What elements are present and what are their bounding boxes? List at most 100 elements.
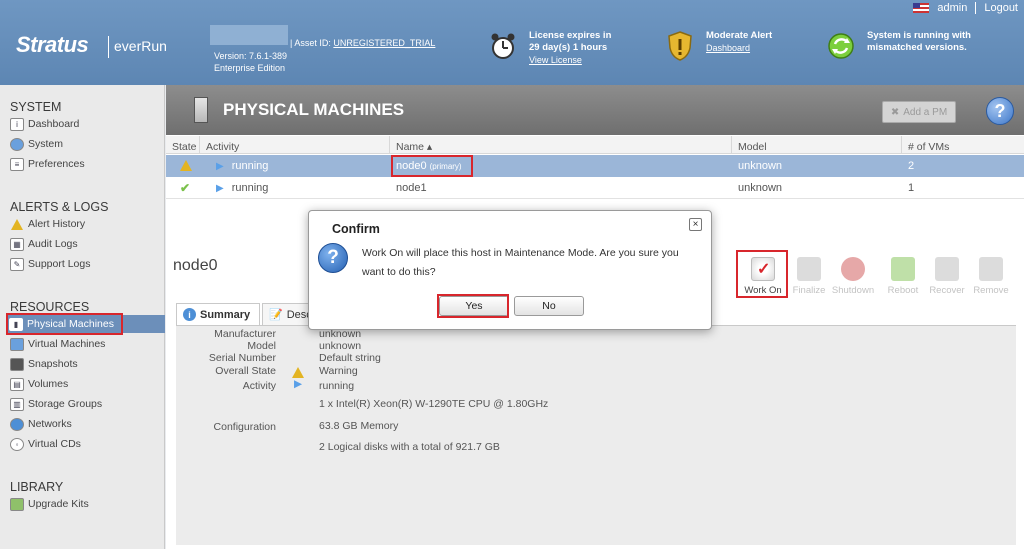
sidebar-item-storage-groups[interactable]: ▥ Storage Groups — [10, 395, 102, 413]
activity-cell: ▶ running — [210, 177, 268, 200]
sidebar-item-label: Support Logs — [28, 258, 91, 270]
checkmark-icon: ✔ — [180, 181, 191, 195]
sidebar-item-preferences[interactable]: ≡ Preferences — [10, 155, 85, 173]
sidebar-item-volumes[interactable]: ▤ Volumes — [10, 375, 68, 393]
alarm-clock-icon — [491, 33, 515, 59]
play-icon: ▶ — [294, 378, 303, 390]
virtual-machine-icon — [10, 337, 24, 351]
dialog-message: Work On will place this host in Maintena… — [362, 247, 679, 278]
value-activity: running — [319, 380, 355, 392]
us-flag-icon[interactable] — [913, 3, 930, 13]
sidebar-item-networks[interactable]: Networks — [10, 415, 72, 433]
finalize-icon — [797, 257, 821, 281]
activity-text: running — [231, 160, 269, 172]
sync-arrows-icon — [828, 33, 854, 59]
column-header-activity[interactable]: Activity — [200, 136, 390, 154]
stratus-everrun-logo: Stratus everRun — [10, 28, 172, 62]
label-serial-number: Serial Number — [208, 352, 276, 364]
vm-count-cell: 1 — [908, 182, 915, 194]
question-icon: ? — [318, 243, 348, 273]
dashboard-link[interactable]: Dashboard — [706, 42, 772, 54]
tab-summary[interactable]: i Summary — [176, 303, 260, 325]
sidebar-item-label: System — [28, 138, 64, 150]
asset-id-link[interactable]: UNREGISTERED_TRIAL — [333, 38, 435, 48]
sidebar-item-alert-history[interactable]: Alert History — [10, 215, 85, 233]
header-separator — [975, 2, 977, 14]
stop-icon — [841, 257, 865, 281]
remove-button[interactable]: Remove — [968, 253, 1014, 296]
value-disks: 2 Logical disks with a total of 921.7 GB — [319, 441, 500, 453]
logo-divider — [108, 36, 109, 58]
shutdown-label: Shutdown — [831, 285, 875, 296]
highlight-node0 — [391, 155, 473, 177]
cd-icon: ◦ — [10, 437, 24, 451]
highlight-yes — [437, 294, 509, 318]
warning-icon — [10, 218, 24, 231]
sidebar-item-dashboard[interactable]: i Dashboard — [10, 115, 79, 133]
detail-title: node0 — [173, 257, 218, 274]
camera-icon — [10, 357, 24, 371]
info-icon: i — [10, 117, 24, 131]
table-row[interactable]: ▶ running node0 (primary) unknown 2 — [166, 155, 1024, 177]
sidebar-item-label: Virtual Machines — [28, 338, 106, 350]
value-serial-number: Default string — [319, 352, 381, 364]
sidebar-item-label: Storage Groups — [28, 398, 103, 410]
asset-id: | Asset ID: UNREGISTERED_TRIAL — [290, 38, 435, 48]
sidebar-item-snapshots[interactable]: Snapshots — [10, 355, 78, 373]
recover-button[interactable]: Recover — [924, 253, 970, 296]
sidebar: SYSTEM i Dashboard System ≡ Preferences AL… — [0, 85, 165, 549]
sidebar-item-upgrade-kits[interactable]: Upgrade Kits — [10, 495, 89, 513]
no-button[interactable]: No — [514, 296, 584, 316]
sidebar-item-label: Volumes — [28, 378, 69, 390]
sidebar-item-label: Preferences — [28, 158, 85, 170]
document-icon: 📝 — [269, 309, 283, 321]
value-cpu: 1 x Intel(R) Xeon(R) W-1290TE CPU @ 1.80… — [319, 398, 549, 410]
recover-label: Recover — [929, 285, 965, 296]
sidebar-item-label: Virtual CDs — [28, 438, 81, 450]
column-header-vm-count[interactable]: # of VMs — [902, 136, 1024, 154]
finalize-label: Finalize — [792, 285, 826, 296]
view-license-link[interactable]: View License — [529, 54, 611, 66]
add-pm-button[interactable]: ✖ Add a PM — [882, 101, 956, 123]
summary-panel: Manufacturer Model Serial Number Overall… — [176, 325, 1016, 545]
page-titlebar: PHYSICAL MACHINES ✖ Add a PM ? — [166, 85, 1024, 135]
activity-cell: ▶ running — [210, 155, 268, 178]
sidebar-item-support-logs[interactable]: ✎ Support Logs — [10, 255, 90, 273]
section-library-title: LIBRARY — [10, 480, 64, 494]
status-line-2: mismatched versions. — [867, 42, 967, 53]
reboot-icon — [891, 257, 915, 281]
label-configuration: Configuration — [213, 421, 276, 433]
activity-text: running — [231, 182, 269, 194]
column-header-name[interactable]: Name ▴ — [390, 136, 732, 154]
info-icon: i — [183, 308, 196, 321]
value-overall-state: Warning — [319, 365, 358, 377]
sidebar-item-audit-logs[interactable]: ▦ Audit Logs — [10, 235, 78, 253]
table-header: State Activity Name ▴ Model # of VMs — [166, 136, 1024, 154]
warning-icon — [292, 365, 304, 379]
edition-text: Enterprise Edition — [214, 63, 286, 73]
close-icon[interactable]: × — [689, 218, 702, 231]
preferences-icon: ≡ — [10, 157, 24, 171]
sidebar-item-virtual-machines[interactable]: Virtual Machines — [10, 335, 105, 353]
sidebar-item-virtual-cds[interactable]: ◦ Virtual CDs — [10, 435, 81, 453]
shutdown-button[interactable]: Shutdown — [830, 253, 876, 296]
finalize-button[interactable]: Finalize — [786, 253, 832, 296]
storage-icon: ▥ — [10, 397, 24, 411]
page-title: PHYSICAL MACHINES — [223, 100, 405, 119]
sidebar-item-system[interactable]: System — [10, 135, 63, 153]
column-header-model[interactable]: Model — [732, 136, 902, 154]
reboot-button[interactable]: Reboot — [880, 253, 926, 296]
help-icon[interactable]: ? — [986, 97, 1014, 125]
highlight-physical-machines — [6, 313, 123, 335]
status-line-1: System is running with — [867, 30, 971, 41]
username[interactable]: admin — [937, 2, 967, 14]
table-row[interactable]: ✔ ▶ running node1 unknown 1 — [166, 177, 1024, 199]
model-cell: unknown — [738, 160, 783, 172]
upgrade-kit-icon — [10, 497, 24, 511]
brand-name: Stratus — [16, 32, 89, 57]
column-header-state[interactable]: State — [166, 136, 200, 154]
value-memory: 63.8 GB Memory — [319, 420, 399, 432]
app-header: Stratus everRun Version: 7.6.1-389 Enter… — [0, 0, 1024, 85]
section-alerts-title: ALERTS & LOGS — [10, 200, 109, 214]
logout-link[interactable]: Logout — [984, 2, 1018, 14]
